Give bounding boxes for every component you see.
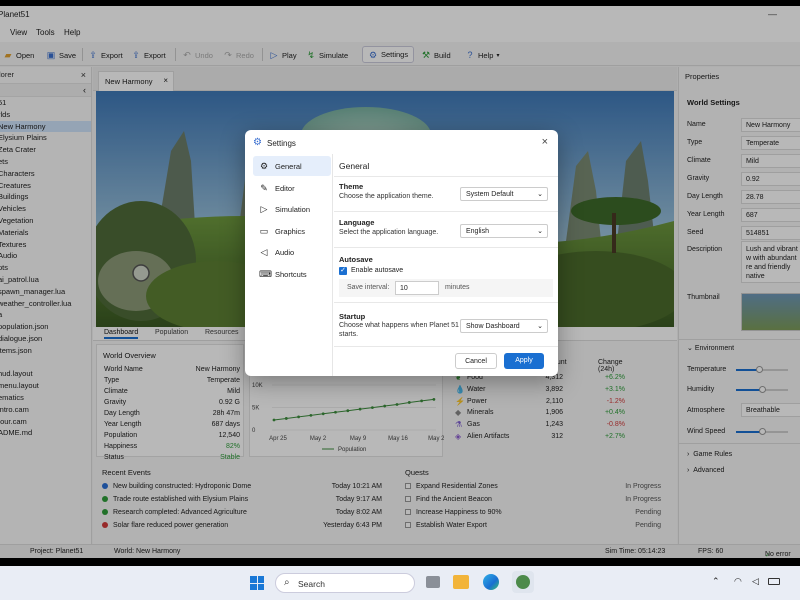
taskbar-search-input[interactable]: ⌕ Search <box>275 573 415 593</box>
dialog-title: Settings <box>267 139 296 148</box>
autosave-label: Enable autosave <box>351 267 404 274</box>
divider <box>334 247 558 248</box>
language-title: Language <box>339 218 375 227</box>
nav-audio-label: Audio <box>275 248 295 257</box>
task-view-icon[interactable] <box>426 576 440 588</box>
gear-icon: ⚙ <box>259 161 269 171</box>
chevron-down-icon: ⌄ <box>537 323 543 330</box>
volume-icon[interactable]: ◁ <box>752 576 759 587</box>
monitor-icon: ▭ <box>259 226 269 236</box>
autosave-interval-row: Save interval: 10 minutes <box>339 279 553 297</box>
settings-nav: ⚙ General ✎ Editor ▷ Simulation ▭ Graphics ◁… <box>245 154 333 376</box>
nav-shortcuts[interactable]: ⌨ Shortcuts <box>253 264 331 284</box>
nav-general[interactable]: ⚙ General <box>253 156 331 176</box>
theme-select[interactable]: System Default ⌄ <box>460 187 548 201</box>
language-select[interactable]: English ⌄ <box>460 224 548 238</box>
divider <box>334 346 558 347</box>
cancel-button[interactable]: Cancel <box>455 353 497 369</box>
divider <box>334 302 558 303</box>
play-icon: ▷ <box>260 204 268 214</box>
app-window: Planet51 — View Tools Help ▰ Open ▣ Save ⇪… <box>0 6 800 558</box>
language-value: English <box>466 228 489 235</box>
taskbar-search-label: Search <box>298 579 325 589</box>
theme-desc: Choose the application theme. <box>339 193 434 200</box>
apply-button[interactable]: Apply <box>504 353 544 369</box>
windows-start-icon[interactable] <box>250 576 264 590</box>
checkbox-checked-icon: ✓ <box>339 267 347 275</box>
nav-simulation-label: Simulation <box>275 205 311 214</box>
edge-browser-icon[interactable] <box>483 574 499 590</box>
interval-input[interactable]: 10 <box>395 281 439 295</box>
settings-heading: General <box>339 161 370 171</box>
file-explorer-icon[interactable] <box>453 575 469 589</box>
keyboard-icon: ⌨ <box>259 269 272 279</box>
chevron-down-icon: ⌄ <box>537 191 543 198</box>
nav-graphics-label: Graphics <box>275 227 306 236</box>
interval-label: Save interval: <box>347 284 390 291</box>
divider <box>334 211 558 212</box>
startup-select[interactable]: Show Dashboard ⌄ <box>460 319 548 333</box>
close-icon[interactable]: × <box>542 136 548 148</box>
nav-editor[interactable]: ✎ Editor <box>253 178 331 198</box>
settings-dialog: ⚙ Settings × ⚙ General ✎ Editor ▷ Simulatio… <box>245 130 558 376</box>
theme-title: Theme <box>339 182 364 191</box>
nav-simulation[interactable]: ▷ Simulation <box>253 199 331 219</box>
chevron-down-icon: ⌄ <box>537 228 543 235</box>
taskbar: ⌕ Search ⌃ ◠ ◁ <box>0 566 800 600</box>
interval-unit: minutes <box>445 284 470 291</box>
battery-icon[interactable] <box>768 578 780 585</box>
language-desc: Select the application language. <box>339 229 439 236</box>
autosave-checkbox[interactable]: ✓ Enable autosave <box>339 267 403 275</box>
theme-value: System Default <box>466 191 514 198</box>
startup-title: Startup <box>339 312 366 321</box>
nav-graphics[interactable]: ▭ Graphics <box>253 221 331 241</box>
startup-value: Show Dashboard <box>466 323 520 330</box>
gear-icon: ⚙ <box>253 137 262 148</box>
chevron-up-icon[interactable]: ⌃ <box>712 576 720 587</box>
nav-editor-label: Editor <box>275 184 295 193</box>
settings-content: General Theme Choose the application the… <box>334 154 558 376</box>
wifi-icon[interactable]: ◠ <box>734 576 742 587</box>
search-icon: ⌕ <box>284 577 290 588</box>
planet51-app-icon[interactable] <box>512 571 534 593</box>
speaker-icon: ◁ <box>260 247 268 257</box>
pencil-icon: ✎ <box>260 183 268 193</box>
nav-audio[interactable]: ◁ Audio <box>253 242 331 262</box>
nav-shortcuts-label: Shortcuts <box>275 270 307 279</box>
autosave-title: Autosave <box>339 255 373 264</box>
nav-general-label: General <box>275 162 302 171</box>
startup-desc-2: starts. <box>339 331 359 338</box>
divider <box>334 176 558 177</box>
startup-desc-1: Choose what happens when Planet 51 <box>339 322 459 329</box>
